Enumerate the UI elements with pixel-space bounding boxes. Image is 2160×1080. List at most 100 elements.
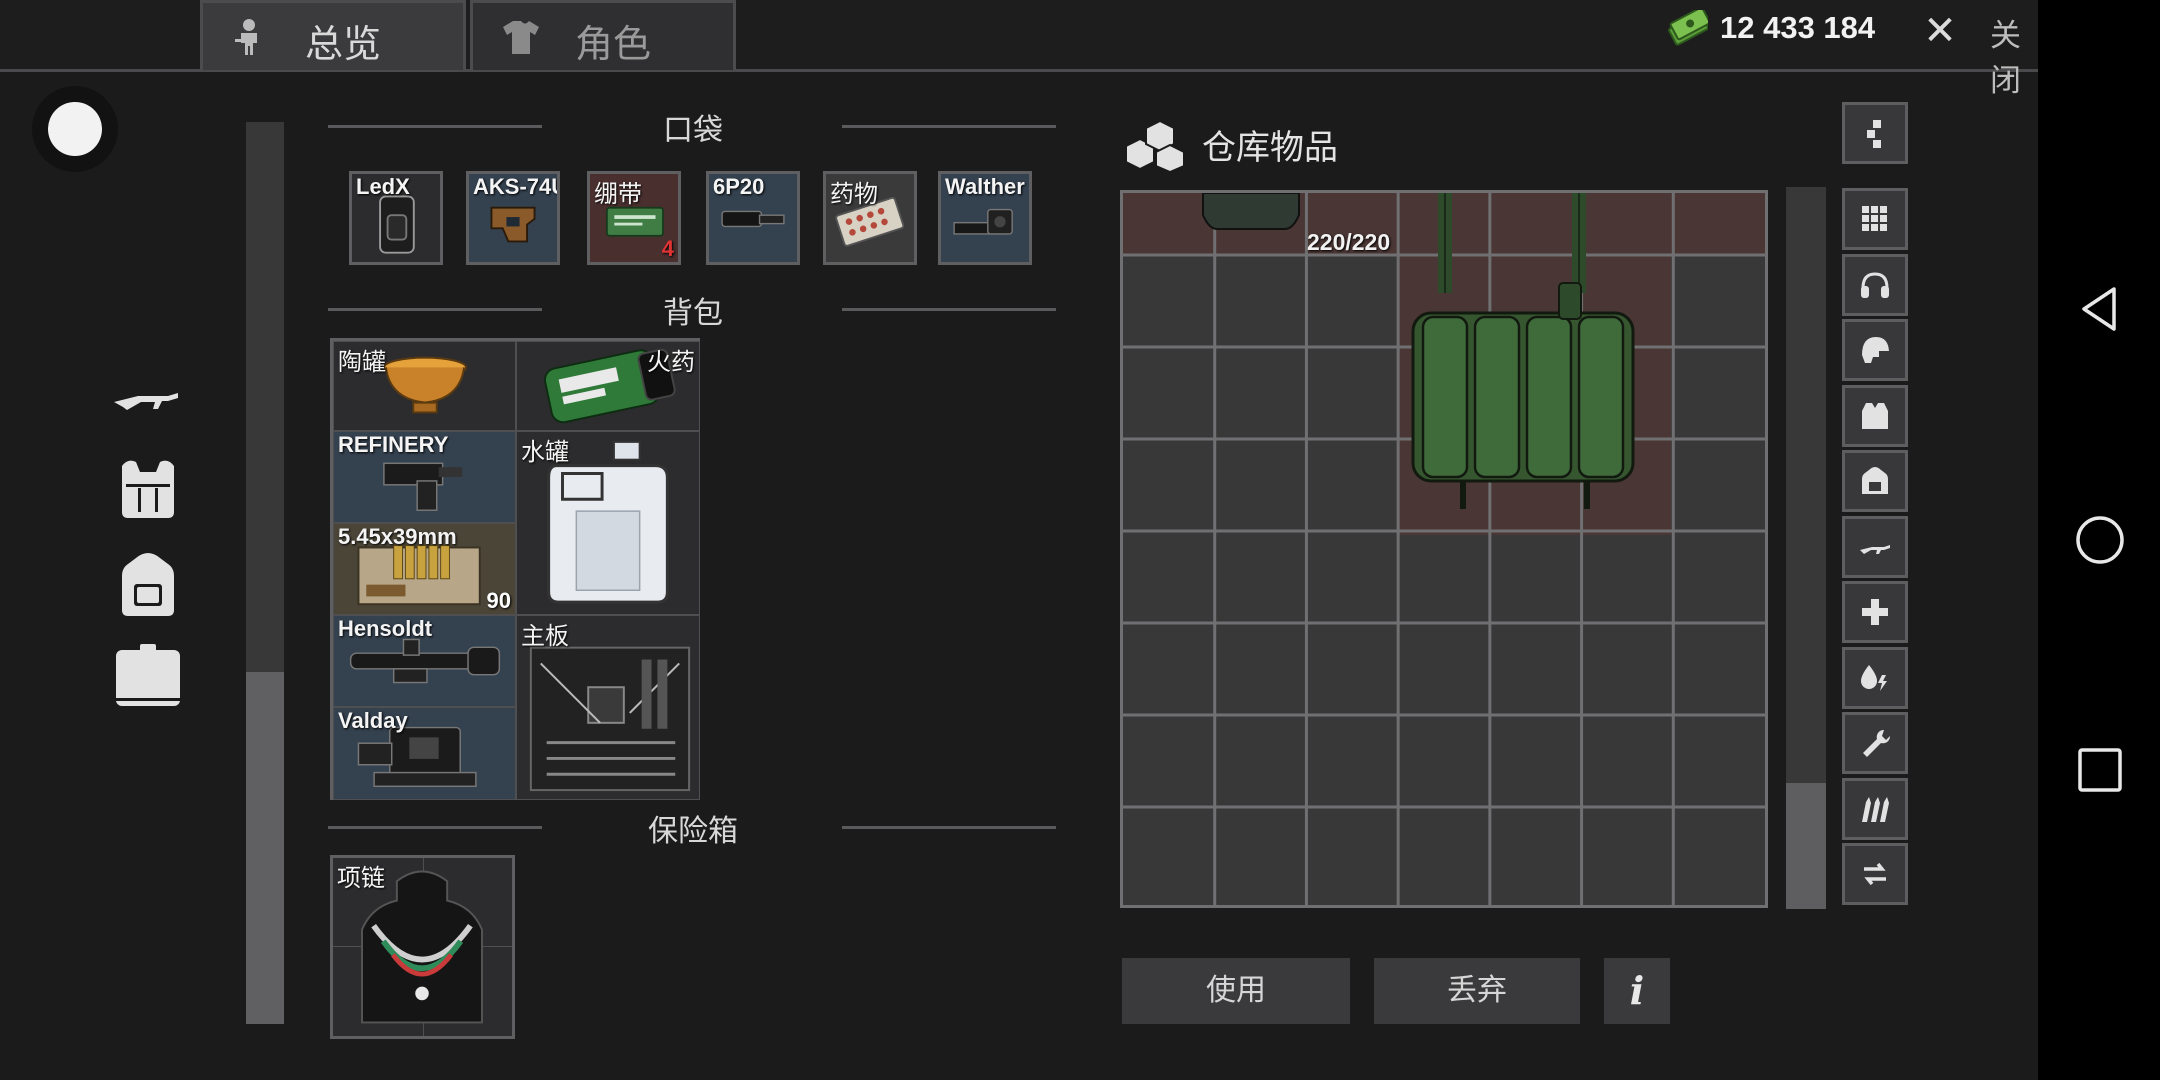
pocket-slot-walther[interactable]: Walther	[938, 171, 1032, 265]
money-amount: 12 433 184	[1720, 10, 1876, 45]
filter-ammo-button[interactable]	[1842, 778, 1908, 840]
backpack-grid[interactable]: 陶罐 火药 REFINERY 水罐 5.45x39mm 90 Hensoldt …	[330, 338, 700, 800]
case-icon[interactable]	[108, 636, 188, 716]
filter-vest-button[interactable]	[1842, 385, 1908, 447]
filter-helmet-button[interactable]	[1842, 319, 1908, 381]
soldier-icon	[235, 19, 257, 55]
layout-toggle-button[interactable]	[1842, 102, 1908, 164]
swap-icon	[1864, 862, 1886, 886]
divider	[842, 308, 1056, 311]
back-icon[interactable]	[2074, 283, 2126, 335]
use-button[interactable]: 使用	[1122, 958, 1350, 1024]
item-label: 项链	[337, 864, 385, 892]
wrench-icon	[1863, 729, 1891, 757]
item-label: 主板	[521, 622, 569, 650]
warehouse-boxes-icon	[1125, 119, 1185, 172]
filter-medical-cross-button[interactable]	[1842, 581, 1908, 643]
filter-water-energy-button[interactable]	[1842, 647, 1908, 709]
pocket-label: 6P20	[713, 174, 765, 199]
shirt-icon	[503, 21, 539, 54]
vest-icon[interactable]	[108, 446, 188, 526]
tab-overview-label: 总览	[305, 22, 382, 66]
divider	[842, 826, 1056, 829]
filter-headphones-button[interactable]	[1842, 254, 1908, 316]
vest-icon	[1862, 403, 1888, 429]
tab-character-label: 角色	[575, 22, 652, 66]
backpack-icon[interactable]	[108, 542, 188, 622]
filter-grid-button[interactable]	[1842, 188, 1908, 250]
joystick-knob[interactable]	[48, 102, 102, 156]
layout-icon	[1867, 120, 1881, 148]
helmet-icon	[1862, 337, 1889, 363]
money-display: 12 433 184	[1668, 10, 1875, 46]
pocket-label: 药物	[830, 180, 878, 208]
backpack-title: 背包	[663, 296, 723, 331]
home-icon[interactable]	[2074, 514, 2126, 566]
backpack-icon	[1862, 467, 1888, 494]
pockets-title: 口袋	[663, 113, 723, 148]
item-label: REFINERY	[338, 432, 449, 457]
backpack-item[interactable]: Hensoldt	[333, 615, 516, 707]
item-count: 4	[661, 236, 674, 261]
system-nav-bar	[2038, 0, 2160, 1080]
pocket-slot-ledx[interactable]: LedX	[349, 171, 443, 265]
item-label: 水罐	[521, 438, 569, 466]
filter-wrench-button[interactable]	[1842, 712, 1908, 774]
filter-swap-button[interactable]	[1842, 843, 1908, 905]
divider	[328, 308, 542, 311]
item-label: Valday	[338, 708, 408, 733]
pocket-slot-aks74u[interactable]: AKS-74U	[466, 171, 560, 265]
safe-title: 保险箱	[648, 814, 738, 849]
pocket-label: Walther	[945, 174, 1025, 199]
item-partial-top	[1202, 193, 1300, 230]
backpack-item[interactable]: Valday	[333, 707, 516, 800]
item-label: 陶罐	[338, 348, 386, 376]
tab-character[interactable]: 角色	[470, 0, 736, 70]
info-button[interactable]: i	[1604, 958, 1670, 1024]
rifle-icon	[1860, 545, 1890, 554]
warehouse-scrollbar-thumb[interactable]	[1786, 783, 1826, 909]
gear-scrollbar[interactable]	[246, 122, 284, 1024]
pocket-slot-bandage[interactable]: 绷带 4	[587, 171, 681, 265]
safe-slot-necklace[interactable]: 项链	[330, 855, 515, 1039]
filter-backpack-button[interactable]	[1842, 450, 1908, 512]
filter-rifle-button[interactable]	[1842, 516, 1908, 578]
item-count: 90	[486, 588, 511, 613]
backpack-item[interactable]: REFINERY	[333, 431, 516, 523]
divider	[328, 826, 542, 829]
ammo-icon	[1862, 797, 1889, 822]
close-button[interactable]: 关闭	[1990, 10, 2038, 100]
grid-icon	[1862, 206, 1887, 231]
recents-icon[interactable]	[2074, 744, 2126, 796]
backpack-item[interactable]: 火药	[516, 341, 700, 431]
gear-scrollbar-thumb[interactable]	[246, 672, 284, 1024]
divider	[328, 125, 542, 128]
joystick[interactable]	[32, 86, 118, 172]
backpack-item[interactable]: 主板	[516, 615, 700, 800]
cash-icon	[1668, 10, 1708, 46]
pocket-label: 绷带	[594, 180, 642, 208]
item-label: 火药	[647, 348, 695, 376]
headphones-icon	[1861, 272, 1889, 298]
close-icon[interactable]: ✕	[1920, 8, 1960, 56]
warehouse-scrollbar[interactable]	[1786, 187, 1826, 909]
warehouse-grid[interactable]: 220/220	[1120, 190, 1768, 908]
capacity-label: 220/220	[1307, 229, 1391, 255]
drop-button[interactable]: 丢弃	[1374, 958, 1580, 1024]
backpack-item[interactable]: 水罐	[516, 431, 700, 615]
water-energy-icon	[1861, 665, 1887, 691]
backpack-item[interactable]: 陶罐	[333, 341, 516, 431]
item-label: 5.45x39mm	[338, 524, 457, 549]
pocket-label: LedX	[356, 174, 410, 199]
pocket-slot-6p20[interactable]: 6P20	[706, 171, 800, 265]
medical-cross-icon	[1862, 599, 1888, 625]
pocket-label: AKS-74U	[473, 174, 560, 199]
item-label: Hensoldt	[338, 616, 433, 641]
warehouse-cells[interactable]	[1123, 193, 1765, 905]
divider	[842, 125, 1056, 128]
warehouse-title: 仓库物品	[1202, 128, 1338, 168]
rifle-icon[interactable]	[108, 358, 188, 438]
backpack-item[interactable]: 5.45x39mm 90	[333, 523, 516, 615]
tab-overview[interactable]: 总览	[200, 0, 466, 70]
pocket-slot-medicine[interactable]: 药物	[823, 171, 917, 265]
